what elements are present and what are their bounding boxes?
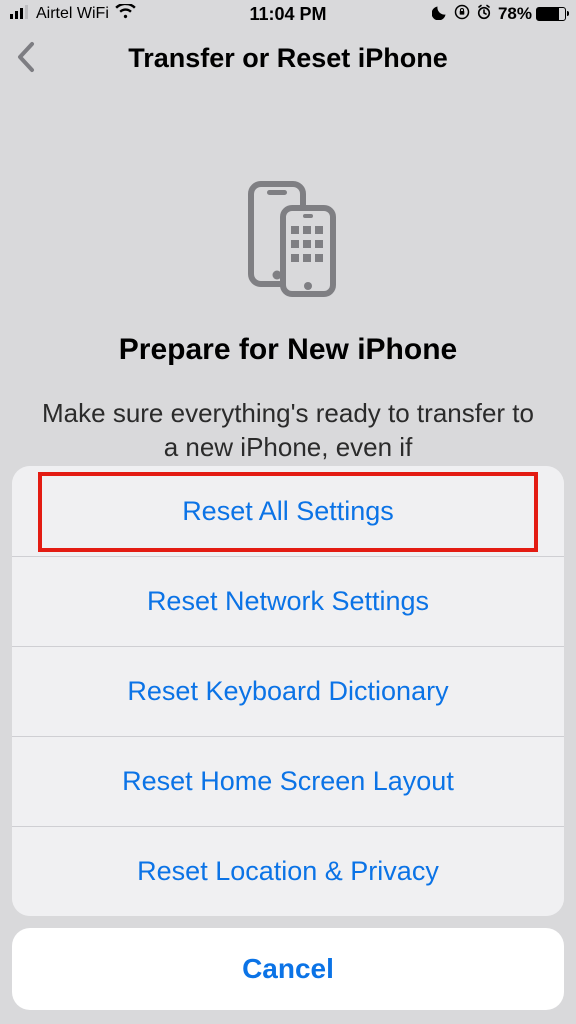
reset-all-settings[interactable]: Reset All Settings (12, 466, 564, 556)
phones-icon (233, 178, 343, 303)
prepare-body: Make sure everything's ready to transfer… (0, 397, 576, 465)
nav-header: Transfer or Reset iPhone (0, 28, 576, 88)
battery-pct: 78% (498, 4, 532, 24)
status-left: Airtel WiFi (10, 4, 136, 24)
moon-icon (432, 4, 448, 25)
background-content: Prepare for New iPhone Make sure everyth… (0, 88, 576, 465)
status-bar: Airtel WiFi 11:04 PM 78% (0, 0, 576, 28)
page-title: Transfer or Reset iPhone (128, 43, 448, 74)
reset-location-privacy[interactable]: Reset Location & Privacy (12, 826, 564, 916)
lock-rotation-icon (454, 4, 470, 25)
reset-network-settings[interactable]: Reset Network Settings (12, 556, 564, 646)
cancel-button[interactable]: Cancel (12, 928, 564, 1010)
back-button[interactable] (14, 40, 36, 74)
status-right: 78% (432, 4, 566, 25)
alarm-icon (476, 4, 492, 25)
battery-indicator: 78% (498, 4, 566, 24)
signal-icon (10, 4, 30, 24)
prepare-title: Prepare for New iPhone (0, 333, 576, 367)
reset-home-screen-layout[interactable]: Reset Home Screen Layout (12, 736, 564, 826)
action-sheet: Reset All Settings Reset Network Setting… (0, 466, 576, 1024)
battery-icon (536, 7, 566, 21)
carrier-label: Airtel WiFi (36, 5, 109, 23)
reset-keyboard-dictionary[interactable]: Reset Keyboard Dictionary (12, 646, 564, 736)
action-sheet-list: Reset All Settings Reset Network Setting… (12, 466, 564, 916)
battery-fill (537, 8, 559, 20)
wifi-icon (115, 4, 136, 24)
